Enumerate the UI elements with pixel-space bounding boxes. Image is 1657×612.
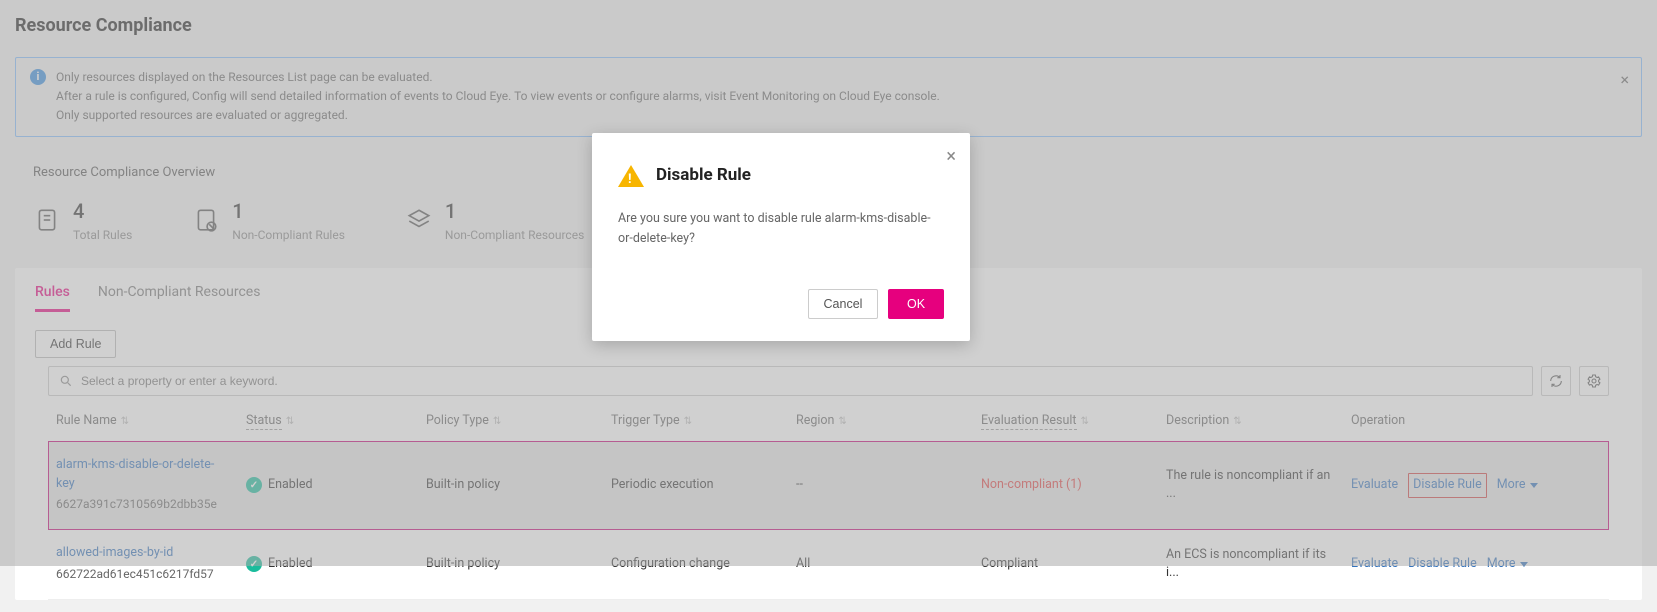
cancel-button[interactable]: Cancel [808, 289, 878, 319]
modal-title: Disable Rule [656, 163, 751, 189]
disable-rule-modal: × Disable Rule Are you sure you want to … [592, 133, 970, 341]
close-icon[interactable]: × [946, 143, 956, 170]
ok-button[interactable]: OK [888, 289, 944, 319]
rule-id: 662722ad61ec451c6217fd57 [56, 567, 214, 581]
modal-body: Are you sure you want to disable rule al… [618, 209, 944, 249]
warning-icon [618, 165, 644, 187]
